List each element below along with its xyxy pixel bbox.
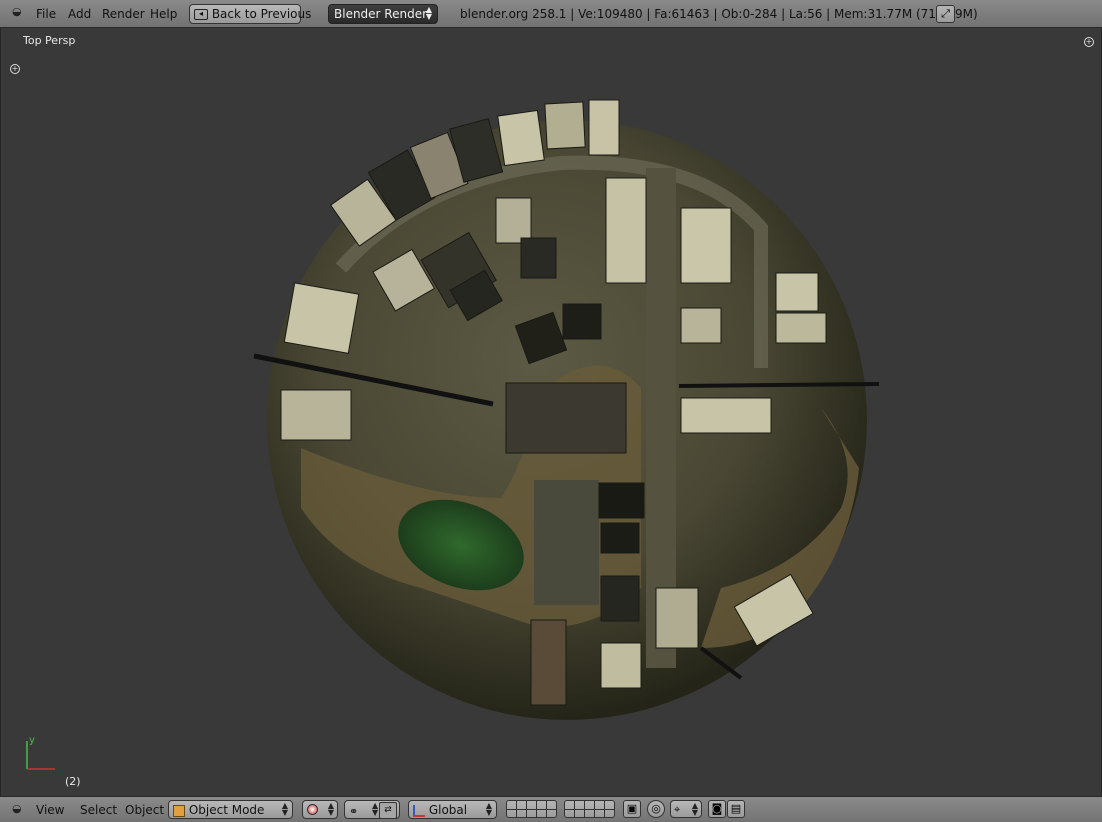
mode-select[interactable]: Object Mode ▲ ▼: [168, 800, 293, 819]
snap-select[interactable]: ⌖ ▲ ▼: [670, 800, 702, 818]
back-icon: ◂: [194, 9, 208, 20]
viewport-shading-select[interactable]: ▲ ▼: [302, 800, 338, 819]
editor-type-icon[interactable]: ◒: [12, 803, 22, 814]
clapper-icon[interactable]: ▤: [727, 800, 745, 818]
render-engine-select[interactable]: Blender Render ▲ ▼: [328, 4, 438, 24]
select-arrows-icon: ▲ ▼: [425, 5, 432, 21]
menu-render[interactable]: Render: [102, 7, 145, 21]
menu-add[interactable]: Add: [68, 7, 91, 21]
info-header: ◒ File Add Render Help ◂ Back to Previou…: [0, 0, 1102, 28]
menu-select[interactable]: Select: [80, 803, 117, 817]
layers-grid-icon[interactable]: [506, 800, 557, 818]
menu-object[interactable]: Object: [125, 803, 164, 817]
render-engine-value: Blender Render: [334, 7, 428, 21]
layers-grid-icon[interactable]: [564, 800, 615, 818]
select-arrows-icon: ▲ ▼: [281, 801, 288, 817]
lock-icon[interactable]: ▣: [623, 800, 641, 818]
select-arrows-icon: ▲ ▼: [327, 801, 334, 817]
horizon-line-right: [678, 382, 880, 388]
snap-icon: ⌖: [674, 803, 681, 816]
render-camera-icon[interactable]: ◙: [708, 800, 726, 818]
axis-widget: y: [26, 735, 55, 770]
select-arrows-icon: ▲ ▼: [372, 801, 379, 817]
scene-stats: blender.org 258.1 | Ve:109480 | Fa:61463…: [460, 7, 978, 21]
manipulator-icon[interactable]: ⇄: [379, 802, 397, 819]
menu-help[interactable]: Help: [150, 7, 177, 21]
scene-render: [253, 99, 880, 720]
orientation-value: Global: [428, 803, 468, 817]
back-to-previous-label: Back to Previous: [211, 7, 312, 21]
pivot-select[interactable]: ⚭ ▲ ▼ ⇄: [344, 800, 400, 819]
menu-view[interactable]: View: [36, 803, 64, 817]
frame-label: (2): [65, 775, 81, 788]
object-mode-cube-icon: [173, 804, 185, 817]
axis-y-label: y: [29, 735, 35, 746]
viewport-shading-icon: [307, 804, 318, 815]
select-arrows-icon: ▲ ▼: [691, 801, 698, 817]
plaza: [534, 480, 599, 605]
menu-file[interactable]: File: [36, 7, 56, 21]
pivot-icon: ⚭: [349, 805, 359, 818]
select-arrows-icon: ▲ ▼: [485, 801, 492, 817]
fullscreen-icon[interactable]: ⤢: [936, 5, 955, 23]
view3d-header: ◒ View Select Object Object Mode ▲ ▼ ▲ ▼ ⚭…: [0, 796, 1102, 822]
3d-viewport[interactable]: Top Persp + + y (2): [0, 28, 1102, 796]
editor-type-icon[interactable]: ◒: [12, 6, 22, 17]
proportional-icon[interactable]: ◎: [647, 800, 665, 818]
back-to-previous-button[interactable]: ◂ Back to Previous: [189, 4, 311, 24]
orientation-select[interactable]: Global ▲ ▼: [408, 800, 497, 819]
mode-value: Object Mode: [188, 803, 265, 817]
orientation-icon: [413, 804, 425, 817]
